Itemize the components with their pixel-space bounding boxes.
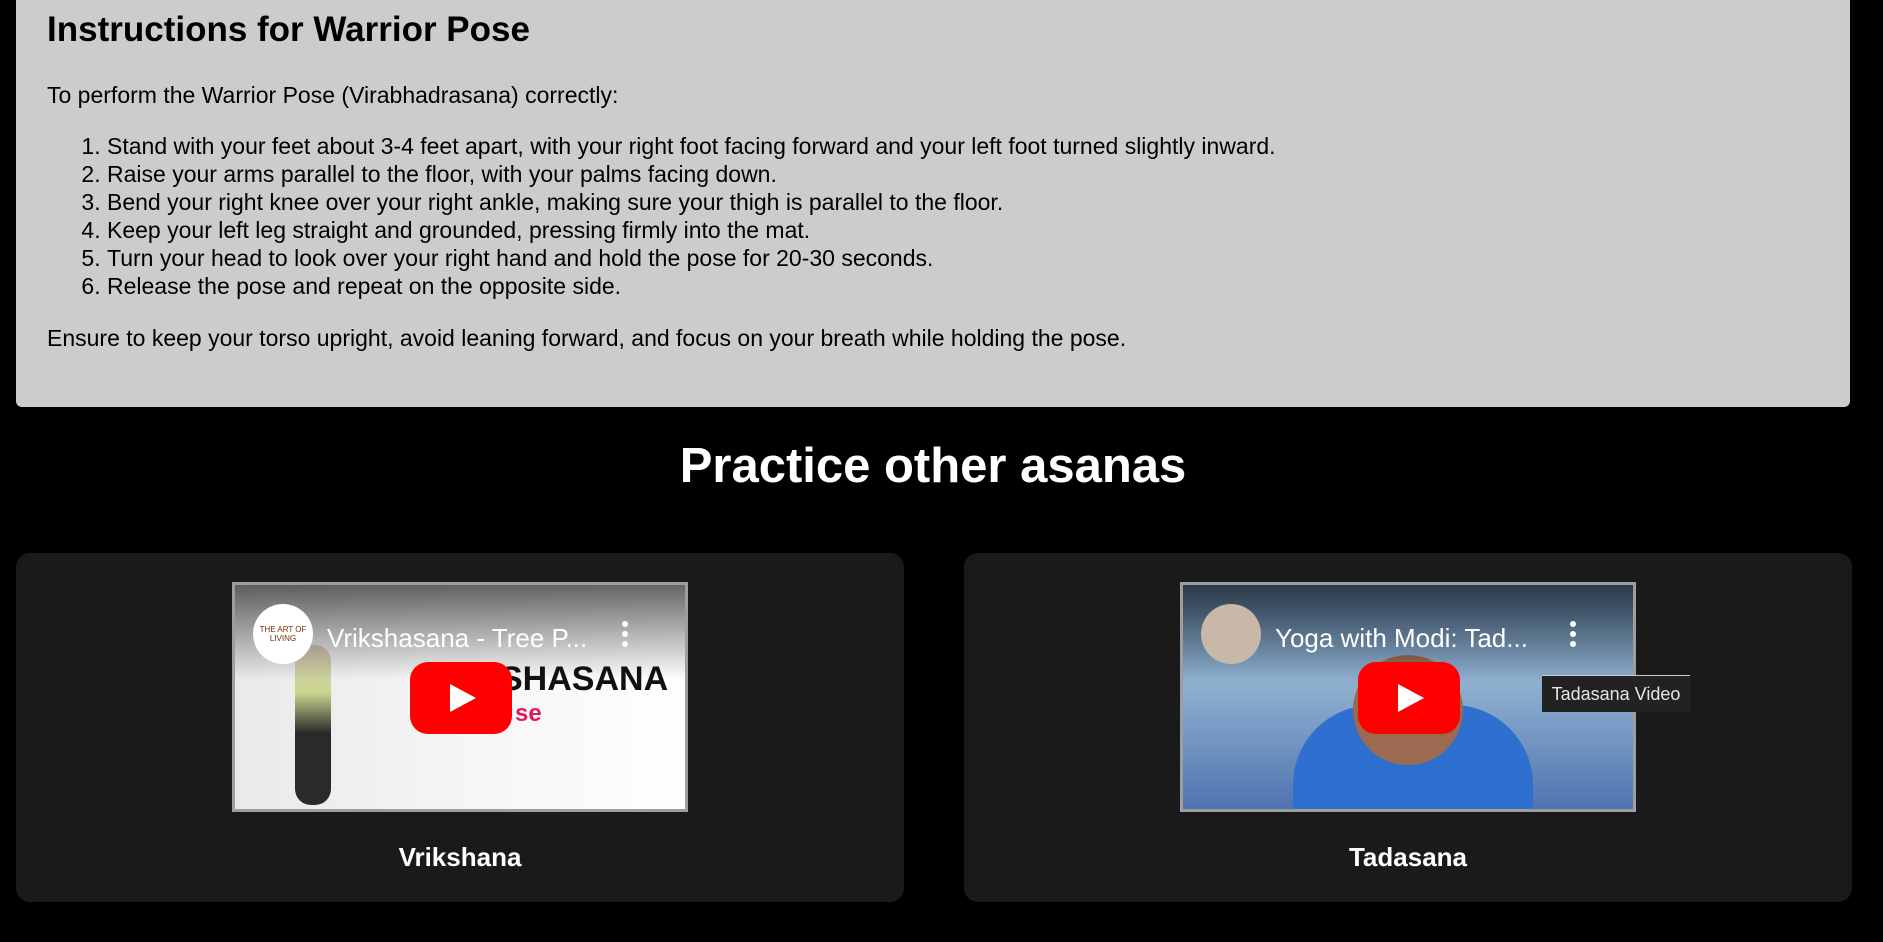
step-item: Release the pose and repeat on the oppos… (107, 272, 1276, 300)
instructions-outro: Ensure to keep your torso upright, avoid… (47, 325, 1127, 351)
card-caption: Tadasana (1348, 842, 1467, 872)
asana-card-vrikshana: SHASANA se THE ART OF LIVING Vrikshasana… (16, 553, 904, 902)
channel-avatar[interactable]: THE ART OF LIVING (253, 604, 313, 664)
more-options-icon[interactable] (1567, 621, 1579, 651)
instructions-title: Instructions for Warrior Pose (47, 10, 530, 49)
step-item: Raise your arms parallel to the floor, w… (107, 160, 1276, 188)
channel-avatar-text: THE ART OF LIVING (259, 625, 307, 643)
video-embed-vrikshasana[interactable]: SHASANA se THE ART OF LIVING Vrikshasana… (232, 582, 688, 812)
more-options-icon[interactable] (619, 621, 631, 651)
step-item: Turn your head to look over your right h… (107, 244, 1276, 272)
instructions-panel: Instructions for Warrior Pose To perform… (16, 0, 1850, 407)
video-tooltip: Tadasana Video (1542, 675, 1690, 712)
thumbnail-overlay-subtext: se (515, 700, 542, 727)
asana-card-tadasana: Yoga with Modi: Tad... Tadasana (964, 553, 1852, 902)
play-button-icon[interactable] (410, 662, 512, 734)
step-item: Keep your left leg straight and grounded… (107, 216, 1276, 244)
video-title[interactable]: Yoga with Modi: Tad... (1275, 623, 1545, 654)
step-item: Bend your right knee over your right ank… (107, 188, 1276, 216)
step-item: Stand with your feet about 3-4 feet apar… (107, 132, 1276, 160)
instructions-intro: To perform the Warrior Pose (Virabhadras… (47, 82, 619, 108)
play-button-icon[interactable] (1358, 662, 1460, 734)
practice-title: Practice other asanas (679, 439, 1187, 493)
card-caption: Vrikshana (398, 842, 522, 872)
channel-avatar[interactable] (1201, 604, 1261, 664)
instructions-steps: Stand with your feet about 3-4 feet apar… (47, 132, 1276, 300)
video-title[interactable]: Vrikshasana - Tree P... (327, 623, 597, 654)
